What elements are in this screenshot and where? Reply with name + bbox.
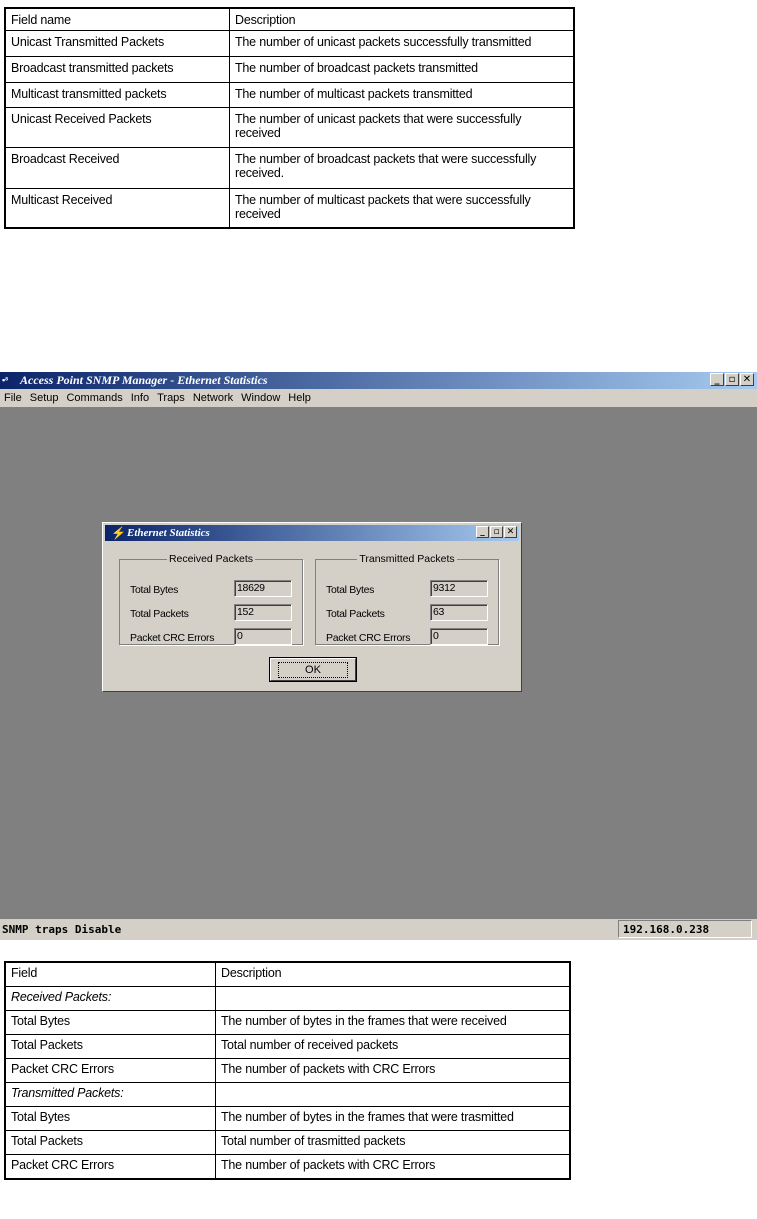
table-row: Transmitted Packets: xyxy=(4,1082,571,1107)
header-cell: Field xyxy=(4,961,216,987)
ok-button[interactable]: OK xyxy=(270,658,356,681)
header-cell: Description xyxy=(215,961,571,987)
close-button[interactable]: ✕ xyxy=(740,373,754,386)
field-name-cell: Multicast Received xyxy=(4,187,230,229)
field-name-cell: Total Packets xyxy=(4,1130,216,1155)
table-row: Total Packets Total number of trasmitted… xyxy=(4,1130,571,1155)
description-cell: The number of broadcast packets transmit… xyxy=(229,55,575,83)
header-cell: Description xyxy=(229,7,575,31)
menu-commands[interactable]: Commands xyxy=(66,389,122,407)
restore-button[interactable]: ▫ xyxy=(725,373,739,386)
ip-address-status: 192.168.0.238 xyxy=(618,920,752,938)
table-row: Multicast Received The number of multica… xyxy=(4,187,575,229)
field-name-cell: Unicast Received Packets xyxy=(4,106,230,148)
field-name-cell: Multicast transmitted packets xyxy=(4,81,230,108)
field-name-cell: Total Bytes xyxy=(4,1106,216,1131)
tx-total-bytes-field[interactable]: 9312 xyxy=(430,580,488,597)
table-row: Packet CRC Errors The number of packets … xyxy=(4,1058,571,1083)
table-header-row: Field name Description xyxy=(4,7,575,31)
table-row: Unicast Received Packets The number of u… xyxy=(4,106,575,148)
table-row: Total Bytes The number of bytes in the f… xyxy=(4,1010,571,1035)
status-bar: SNMP traps Disable 192.168.0.238 xyxy=(0,919,757,940)
transmitted-packets-group: Transmitted Packets Total Bytes 9312 Tot… xyxy=(315,553,499,645)
dialog-title: Ethernet Statistics xyxy=(127,527,210,539)
field-label: Total Bytes xyxy=(130,584,179,596)
group-legend: Transmitted Packets xyxy=(359,553,455,565)
rx-total-packets-field[interactable]: 152 xyxy=(234,604,292,621)
dialog-window-controls: _ ▫ ✕ xyxy=(476,526,517,538)
description-cell: The number of unicast packets successful… xyxy=(229,29,575,57)
table-row: Total Bytes The number of bytes in the f… xyxy=(4,1106,571,1131)
field-label: Total Packets xyxy=(326,608,385,620)
menu-info[interactable]: Info xyxy=(131,389,149,407)
header-cell: Field name xyxy=(4,7,230,31)
table-header-row: Field Description xyxy=(4,961,571,987)
tx-crc-errors-field[interactable]: 0 xyxy=(430,628,488,645)
tx-total-packets-field[interactable]: 63 xyxy=(430,604,488,621)
description-cell: Total number of received packets xyxy=(215,1034,571,1059)
description-cell: The number of bytes in the frames that w… xyxy=(215,1010,571,1035)
table-row: Packet CRC Errors The number of packets … xyxy=(4,1154,571,1180)
menu-traps[interactable]: Traps xyxy=(157,389,185,407)
stats-fields-table: Field Description Received Packets: Tota… xyxy=(4,961,571,1180)
menu-help[interactable]: Help xyxy=(288,389,311,407)
description-cell: The number of unicast packets that were … xyxy=(229,106,575,148)
menu-bar: File Setup Commands Info Traps Network W… xyxy=(0,389,757,407)
table-row: Received Packets: xyxy=(4,986,571,1011)
dialog-close-button[interactable]: ✕ xyxy=(504,526,517,538)
rx-total-bytes-field[interactable]: 18629 xyxy=(234,580,292,597)
description-cell: The number of packets with CRC Errors xyxy=(215,1058,571,1083)
description-cell: The number of broadcast packets that wer… xyxy=(229,146,575,189)
description-cell xyxy=(215,1082,571,1107)
table-row: Broadcast transmitted packets The number… xyxy=(4,55,575,83)
field-name-cell: Total Packets xyxy=(4,1034,216,1059)
fields-table: Field name Description Unicast Transmitt… xyxy=(4,7,575,229)
menu-setup[interactable]: Setup xyxy=(30,389,59,407)
snmp-manager-window: ▪⁸ Access Point SNMP Manager - Ethernet … xyxy=(0,372,757,940)
group-legend: Received Packets xyxy=(168,553,254,565)
window-controls: _ ▫ ✕ xyxy=(710,373,754,386)
field-name-cell: Unicast Transmitted Packets xyxy=(4,29,230,57)
minimize-button[interactable]: _ xyxy=(710,373,724,386)
table-row: Multicast transmitted packets The number… xyxy=(4,81,575,108)
dialog-maximize-button[interactable]: ▫ xyxy=(490,526,503,538)
field-name-cell: Packet CRC Errors xyxy=(4,1058,216,1083)
field-name-cell: Packet CRC Errors xyxy=(4,1154,216,1180)
description-cell: The number of bytes in the frames that w… xyxy=(215,1106,571,1131)
traps-status: SNMP traps Disable xyxy=(2,923,122,936)
field-label: Total Bytes xyxy=(326,584,375,596)
field-label: Total Packets xyxy=(130,608,189,620)
description-cell: The number of multicast packets transmit… xyxy=(229,81,575,108)
menu-window[interactable]: Window xyxy=(241,389,280,407)
app-title: Access Point SNMP Manager - Ethernet Sta… xyxy=(20,373,268,387)
field-name-cell: Broadcast transmitted packets xyxy=(4,55,230,83)
table-row: Total Packets Total number of received p… xyxy=(4,1034,571,1059)
field-name-cell: Total Bytes xyxy=(4,1010,216,1035)
mdi-client-area: ⚡ Ethernet Statistics _ ▫ ✕ Received Pac… xyxy=(0,407,757,919)
ethernet-statistics-dialog: ⚡ Ethernet Statistics _ ▫ ✕ Received Pac… xyxy=(102,522,522,692)
dialog-title-bar[interactable]: ⚡ Ethernet Statistics _ ▫ ✕ xyxy=(105,525,519,541)
table-row: Unicast Transmitted Packets The number o… xyxy=(4,29,575,57)
section-cell: Transmitted Packets: xyxy=(4,1082,216,1107)
field-label: Packet CRC Errors xyxy=(130,632,215,644)
rx-crc-errors-field[interactable]: 0 xyxy=(234,628,292,645)
dialog-minimize-button[interactable]: _ xyxy=(476,526,489,538)
description-cell: The number of packets with CRC Errors xyxy=(215,1154,571,1180)
received-packets-group: Received Packets Total Bytes 18629 Total… xyxy=(119,553,303,645)
menu-network[interactable]: Network xyxy=(193,389,233,407)
menu-file[interactable]: File xyxy=(4,389,22,407)
field-label: Packet CRC Errors xyxy=(326,632,411,644)
description-cell xyxy=(215,986,571,1011)
section-cell: Received Packets: xyxy=(4,986,216,1011)
ok-button-label: OK xyxy=(278,661,348,678)
field-name-cell: Broadcast Received xyxy=(4,146,230,189)
table-row: Broadcast Received The number of broadca… xyxy=(4,146,575,189)
description-cell: Total number of trasmitted packets xyxy=(215,1130,571,1155)
description-cell: The number of multicast packets that wer… xyxy=(229,187,575,229)
lightning-icon: ⚡ xyxy=(111,526,126,540)
network-icon[interactable]: ▪⁸ xyxy=(2,375,16,386)
app-title-bar[interactable]: ▪⁸ Access Point SNMP Manager - Ethernet … xyxy=(0,372,757,389)
